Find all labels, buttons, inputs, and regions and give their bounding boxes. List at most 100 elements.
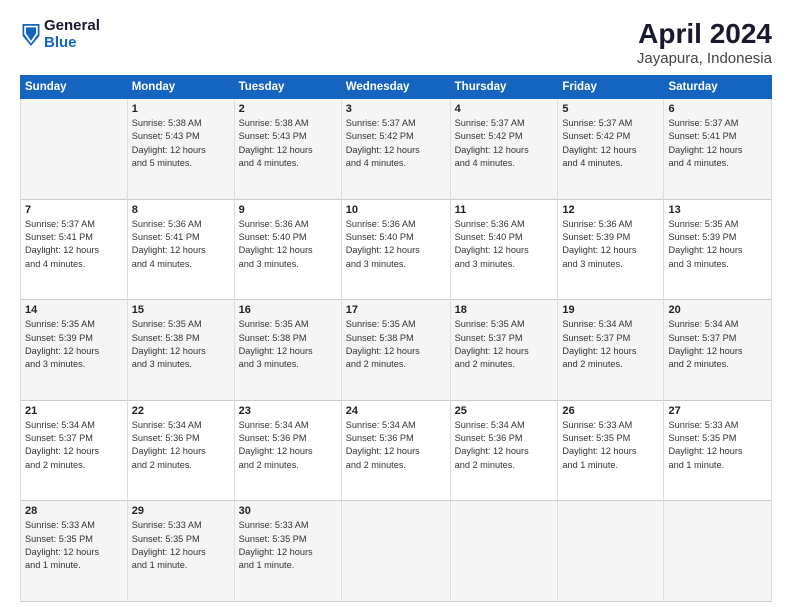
cell-text: Sunrise: 5:36 AM Sunset: 5:39 PM Dayligh…: [562, 218, 659, 271]
day-number: 15: [132, 304, 230, 316]
calendar-cell: 22 Sunrise: 5:34 AM Sunset: 5:36 PM Dayli…: [127, 400, 234, 501]
calendar-cell: 14 Sunrise: 5:35 AM Sunset: 5:39 PM Dayli…: [21, 300, 128, 401]
day-number: 7: [25, 204, 123, 216]
day-number: 3: [346, 103, 446, 115]
week-row-1: 1 Sunrise: 5:38 AM Sunset: 5:43 PM Daylig…: [21, 99, 772, 200]
calendar-cell: 26 Sunrise: 5:33 AM Sunset: 5:35 PM Dayli…: [558, 400, 664, 501]
day-number: 8: [132, 204, 230, 216]
cell-text: Sunrise: 5:34 AM Sunset: 5:36 PM Dayligh…: [239, 419, 337, 472]
subtitle: Jayapura, Indonesia: [637, 50, 772, 67]
day-number: 24: [346, 405, 446, 417]
cell-text: Sunrise: 5:37 AM Sunset: 5:42 PM Dayligh…: [562, 117, 659, 170]
calendar-cell: 2 Sunrise: 5:38 AM Sunset: 5:43 PM Daylig…: [234, 99, 341, 200]
calendar-cell: 16 Sunrise: 5:35 AM Sunset: 5:38 PM Dayli…: [234, 300, 341, 401]
calendar-cell: 13 Sunrise: 5:35 AM Sunset: 5:39 PM Dayli…: [664, 199, 772, 300]
calendar-cell: [450, 501, 558, 602]
cell-text: Sunrise: 5:36 AM Sunset: 5:41 PM Dayligh…: [132, 218, 230, 271]
cell-text: Sunrise: 5:38 AM Sunset: 5:43 PM Dayligh…: [239, 117, 337, 170]
cell-text: Sunrise: 5:36 AM Sunset: 5:40 PM Dayligh…: [239, 218, 337, 271]
cell-text: Sunrise: 5:34 AM Sunset: 5:36 PM Dayligh…: [346, 419, 446, 472]
day-number: 5: [562, 103, 659, 115]
calendar-body: 1 Sunrise: 5:38 AM Sunset: 5:43 PM Daylig…: [21, 99, 772, 602]
day-number: 21: [25, 405, 123, 417]
logo-general: General: [44, 18, 100, 35]
header-day-friday: Friday: [558, 76, 664, 99]
cell-text: Sunrise: 5:37 AM Sunset: 5:41 PM Dayligh…: [668, 117, 767, 170]
calendar-cell: 15 Sunrise: 5:35 AM Sunset: 5:38 PM Dayli…: [127, 300, 234, 401]
header-day-tuesday: Tuesday: [234, 76, 341, 99]
calendar-cell: [664, 501, 772, 602]
day-number: 2: [239, 103, 337, 115]
calendar-cell: 7Sunrise: 5:37 AM Sunset: 5:41 PM Daylig…: [21, 199, 128, 300]
day-number: 23: [239, 405, 337, 417]
day-number: 25: [455, 405, 554, 417]
day-number: 13: [668, 204, 767, 216]
cell-text: Sunrise: 5:35 AM Sunset: 5:39 PM Dayligh…: [668, 218, 767, 271]
cell-text: Sunrise: 5:35 AM Sunset: 5:37 PM Dayligh…: [455, 318, 554, 371]
page: General Blue April 2024 Jayapura, Indone…: [0, 0, 792, 612]
week-row-5: 28 Sunrise: 5:33 AM Sunset: 5:35 PM Dayli…: [21, 501, 772, 602]
calendar-cell: 12 Sunrise: 5:36 AM Sunset: 5:39 PM Dayli…: [558, 199, 664, 300]
day-number: 10: [346, 204, 446, 216]
cell-text: Sunrise: 5:34 AM Sunset: 5:36 PM Dayligh…: [132, 419, 230, 472]
day-number: 18: [455, 304, 554, 316]
cell-text: Sunrise: 5:33 AM Sunset: 5:35 PM Dayligh…: [132, 519, 230, 572]
cell-text: Sunrise: 5:33 AM Sunset: 5:35 PM Dayligh…: [668, 419, 767, 472]
cell-text: Sunrise: 5:36 AM Sunset: 5:40 PM Dayligh…: [346, 218, 446, 271]
cell-text: Sunrise: 5:37 AM Sunset: 5:42 PM Dayligh…: [346, 117, 446, 170]
cell-text: Sunrise: 5:35 AM Sunset: 5:38 PM Dayligh…: [132, 318, 230, 371]
calendar-cell: 28 Sunrise: 5:33 AM Sunset: 5:35 PM Dayli…: [21, 501, 128, 602]
day-number: 22: [132, 405, 230, 417]
calendar-cell: [21, 99, 128, 200]
header-day-sunday: Sunday: [21, 76, 128, 99]
calendar-cell: 8 Sunrise: 5:36 AM Sunset: 5:41 PM Daylig…: [127, 199, 234, 300]
calendar-cell: 24 Sunrise: 5:34 AM Sunset: 5:36 PM Dayli…: [341, 400, 450, 501]
calendar-cell: 29Sunrise: 5:33 AM Sunset: 5:35 PM Dayli…: [127, 501, 234, 602]
calendar-cell: 30 Sunrise: 5:33 AM Sunset: 5:35 PM Dayli…: [234, 501, 341, 602]
cell-text: Sunrise: 5:35 AM Sunset: 5:39 PM Dayligh…: [25, 318, 123, 371]
main-title: April 2024: [637, 18, 772, 50]
cell-text: Sunrise: 5:34 AM Sunset: 5:36 PM Dayligh…: [455, 419, 554, 472]
cell-text: Sunrise: 5:33 AM Sunset: 5:35 PM Dayligh…: [562, 419, 659, 472]
day-number: 4: [455, 103, 554, 115]
header-day-saturday: Saturday: [664, 76, 772, 99]
week-row-4: 21 Sunrise: 5:34 AM Sunset: 5:37 PM Dayli…: [21, 400, 772, 501]
calendar-cell: 3 Sunrise: 5:37 AM Sunset: 5:42 PM Daylig…: [341, 99, 450, 200]
header-row: SundayMondayTuesdayWednesdayThursdayFrid…: [21, 76, 772, 99]
week-row-2: 7Sunrise: 5:37 AM Sunset: 5:41 PM Daylig…: [21, 199, 772, 300]
day-number: 17: [346, 304, 446, 316]
calendar-table: SundayMondayTuesdayWednesdayThursdayFrid…: [20, 75, 772, 602]
day-number: 26: [562, 405, 659, 417]
calendar-cell: 17 Sunrise: 5:35 AM Sunset: 5:38 PM Dayli…: [341, 300, 450, 401]
header-day-wednesday: Wednesday: [341, 76, 450, 99]
cell-text: Sunrise: 5:35 AM Sunset: 5:38 PM Dayligh…: [239, 318, 337, 371]
day-number: 19: [562, 304, 659, 316]
cell-text: Sunrise: 5:38 AM Sunset: 5:43 PM Dayligh…: [132, 117, 230, 170]
calendar-cell: 27Sunrise: 5:33 AM Sunset: 5:35 PM Dayli…: [664, 400, 772, 501]
calendar-cell: 1 Sunrise: 5:38 AM Sunset: 5:43 PM Daylig…: [127, 99, 234, 200]
week-row-3: 14 Sunrise: 5:35 AM Sunset: 5:39 PM Dayli…: [21, 300, 772, 401]
cell-text: Sunrise: 5:35 AM Sunset: 5:38 PM Dayligh…: [346, 318, 446, 371]
cell-text: Sunrise: 5:34 AM Sunset: 5:37 PM Dayligh…: [25, 419, 123, 472]
calendar-cell: [341, 501, 450, 602]
calendar-cell: 20Sunrise: 5:34 AM Sunset: 5:37 PM Dayli…: [664, 300, 772, 401]
cell-text: Sunrise: 5:33 AM Sunset: 5:35 PM Dayligh…: [25, 519, 123, 572]
calendar-cell: 4 Sunrise: 5:37 AM Sunset: 5:42 PM Daylig…: [450, 99, 558, 200]
cell-text: Sunrise: 5:34 AM Sunset: 5:37 PM Dayligh…: [668, 318, 767, 371]
cell-text: Sunrise: 5:33 AM Sunset: 5:35 PM Dayligh…: [239, 519, 337, 572]
calendar-cell: 6 Sunrise: 5:37 AM Sunset: 5:41 PM Daylig…: [664, 99, 772, 200]
calendar-cell: [558, 501, 664, 602]
day-number: 1: [132, 103, 230, 115]
header-day-thursday: Thursday: [450, 76, 558, 99]
day-number: 12: [562, 204, 659, 216]
logo-icon: [22, 24, 40, 46]
day-number: 16: [239, 304, 337, 316]
day-number: 14: [25, 304, 123, 316]
calendar-cell: 18 Sunrise: 5:35 AM Sunset: 5:37 PM Dayli…: [450, 300, 558, 401]
day-number: 6: [668, 103, 767, 115]
calendar-cell: 11Sunrise: 5:36 AM Sunset: 5:40 PM Dayli…: [450, 199, 558, 300]
cell-text: Sunrise: 5:37 AM Sunset: 5:42 PM Dayligh…: [455, 117, 554, 170]
header: General Blue April 2024 Jayapura, Indone…: [20, 18, 772, 67]
day-number: 28: [25, 505, 123, 517]
day-number: 30: [239, 505, 337, 517]
